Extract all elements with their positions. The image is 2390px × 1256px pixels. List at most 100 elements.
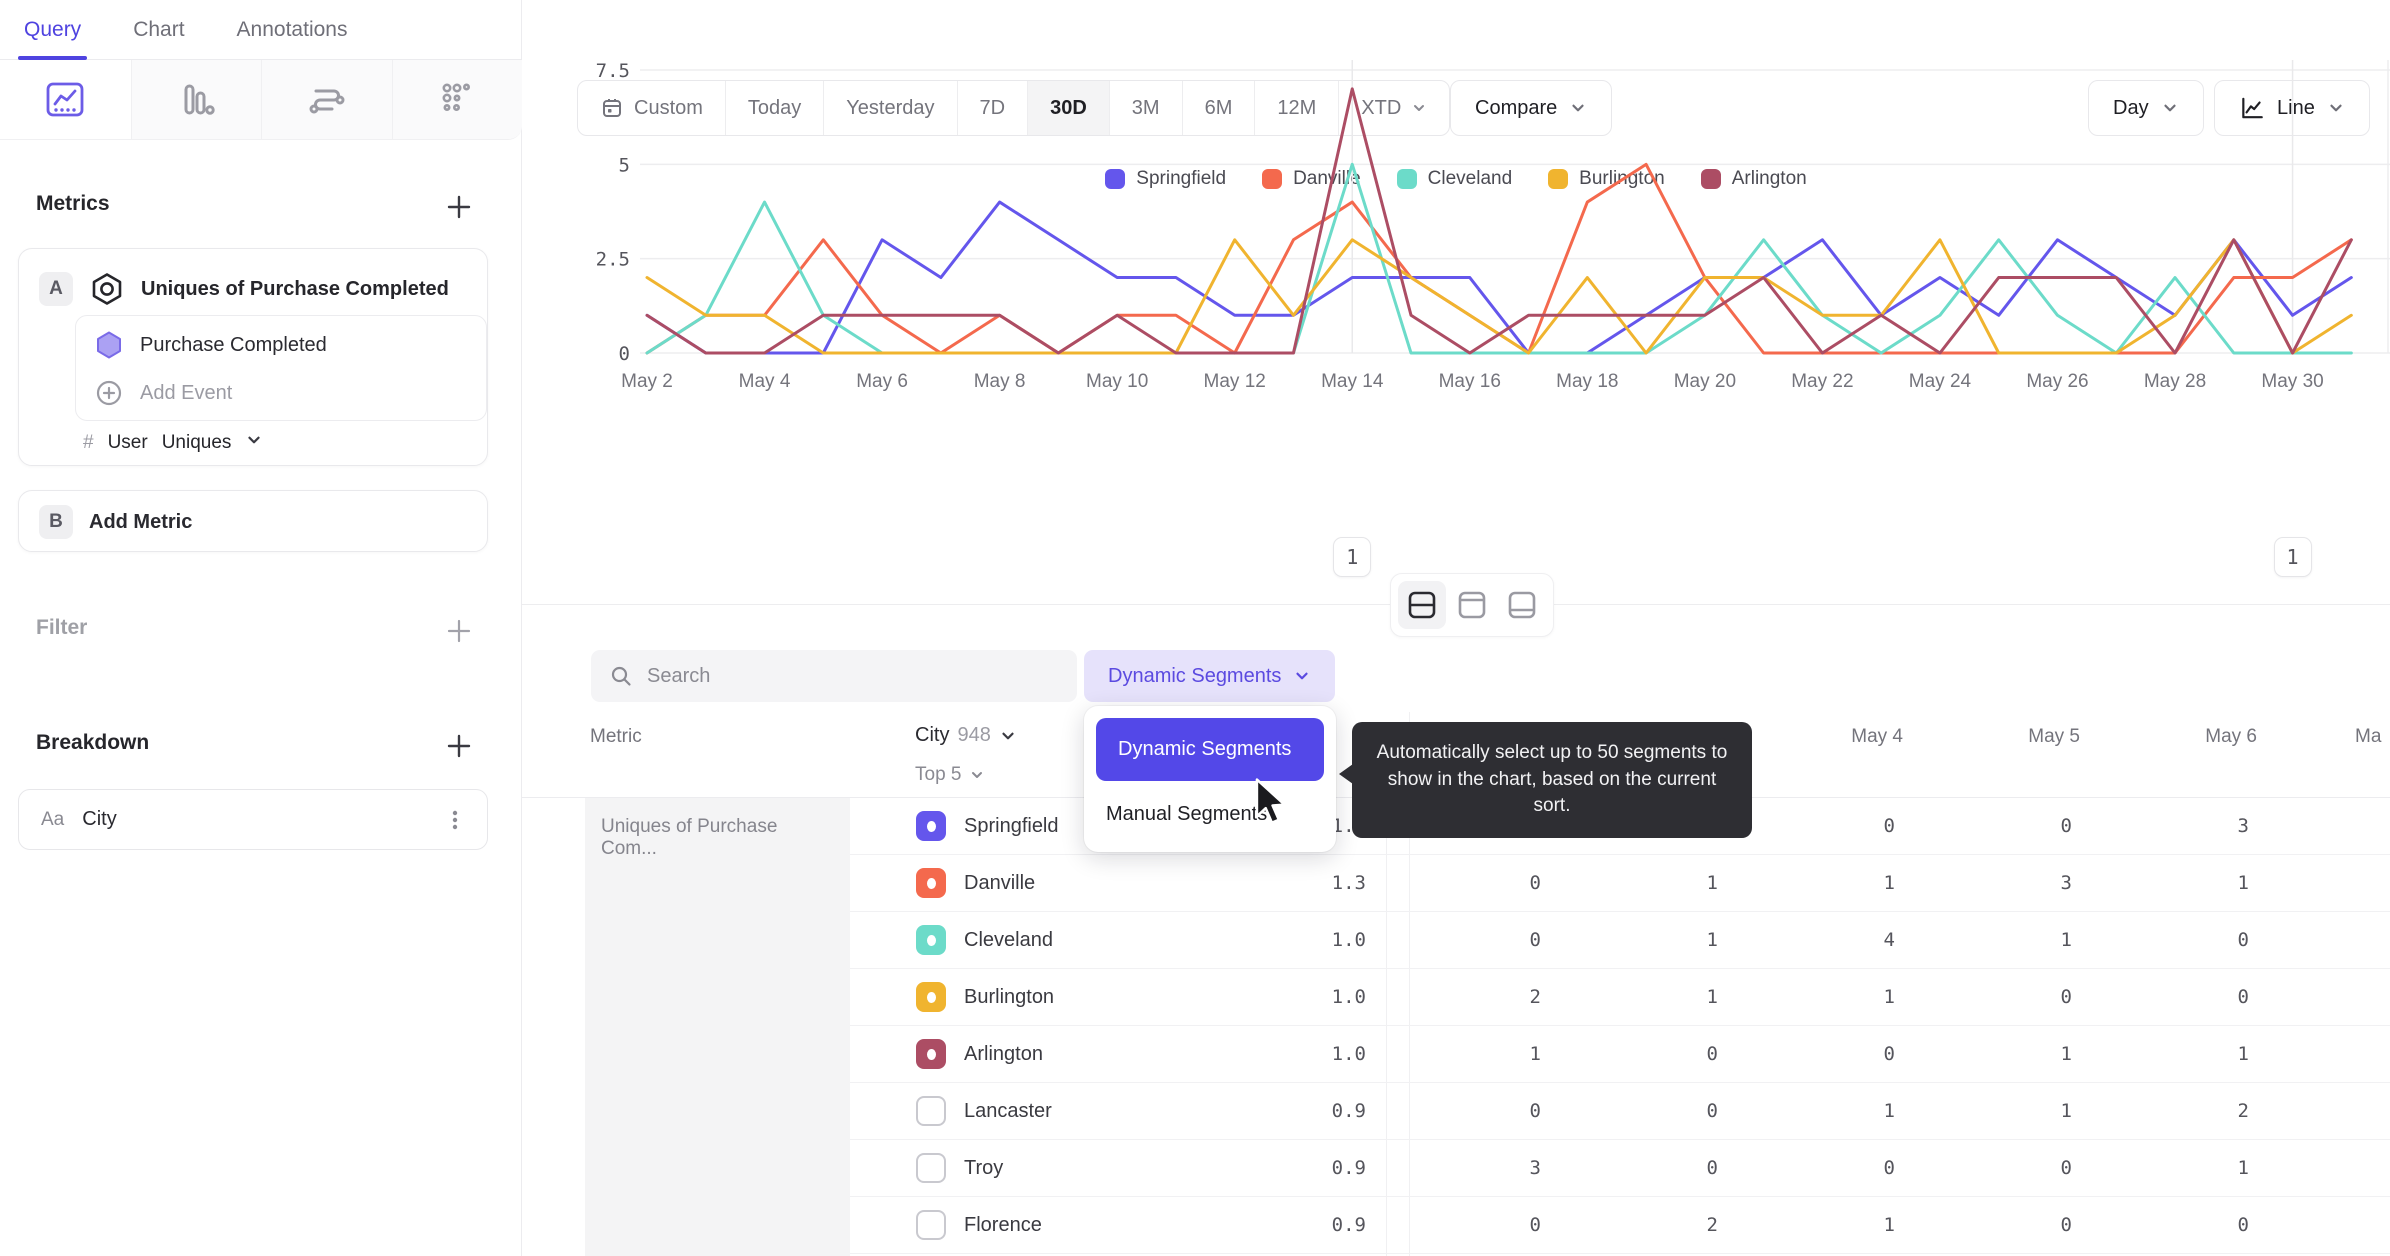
annotation-badge[interactable]: 1 [2273, 537, 2312, 577]
segment-value: 3 [2060, 872, 2072, 894]
chart-type-flow-icon[interactable] [261, 60, 392, 139]
segment-value: 1 [2060, 1043, 2072, 1065]
search-bar [591, 650, 1077, 702]
city-count: 948 [957, 724, 991, 746]
segment-name[interactable]: Burlington [964, 986, 1054, 1009]
event-row[interactable]: Purchase Completed [94, 330, 327, 360]
tab-query[interactable]: Query [17, 0, 88, 60]
tab-annotations[interactable]: Annotations [237, 0, 348, 60]
menu-item-dynamic-segments[interactable]: Dynamic Segments [1096, 718, 1324, 781]
svg-text:May 18: May 18 [1556, 371, 1618, 392]
segment-value: 0 [1529, 1214, 1541, 1236]
table-row: Arlington 1.0 1 0 0 1 1 [850, 1026, 2390, 1083]
chart-panel: Custom Today Yesterday 7D 30D 3M 6M 12M XTD Comp… [522, 0, 2390, 1256]
metric-b-badge: B [39, 505, 73, 539]
segment-name[interactable]: Danville [964, 872, 1035, 895]
top-panel-button[interactable] [1448, 581, 1496, 629]
segment-name[interactable]: Cleveland [964, 929, 1053, 952]
checkbox-dot [926, 991, 936, 1003]
metric-a-title[interactable]: Uniques of Purchase Completed [141, 278, 449, 301]
add-event-label: Add Event [140, 381, 233, 404]
segment-average: 1.0 [1331, 986, 1366, 1008]
add-breakdown-plus-icon[interactable] [442, 729, 476, 763]
breakdown-city-card[interactable]: Aa City [18, 789, 488, 850]
city-column-header[interactable]: City 948 [915, 724, 1017, 747]
metric-a-card: A Uniques of Purchase Completed Purchase… [18, 248, 488, 466]
segment-name[interactable]: Florence [964, 1214, 1042, 1237]
segment-value: 1 [1883, 1214, 1895, 1236]
svg-text:May 14: May 14 [1321, 371, 1384, 392]
segment-value: 1 [1706, 929, 1718, 951]
chart-type-line-chart-icon[interactable] [0, 60, 131, 139]
segment-value: 1 [2237, 1157, 2249, 1179]
hash-icon: # [83, 432, 94, 453]
segment-value: 3 [2237, 815, 2249, 837]
segment-value: 0 [1529, 872, 1541, 894]
segment-value: 1 [1883, 986, 1895, 1008]
segment-value: 0 [2060, 1214, 2072, 1236]
segment-checkbox-checked[interactable] [916, 868, 946, 898]
segment-name[interactable]: Springfield [964, 815, 1059, 838]
line-chart[interactable]: 0 2.5 5 7.5 May 2 May 4 May 6 May 8 May 10 May 12… [522, 0, 2390, 420]
svg-text:May 10: May 10 [1086, 371, 1148, 392]
svg-text:7.5: 7.5 [596, 60, 630, 82]
segments-tooltip: Automatically select up to 50 segments t… [1339, 722, 1752, 838]
breakdown-section-title: Breakdown [36, 731, 150, 754]
segment-value: 2 [1529, 986, 1541, 1008]
segment-checkbox-checked[interactable] [916, 811, 946, 841]
app-root: Query Chart Annotations Metrics A Uniques … [0, 0, 2390, 1256]
segment-checkbox-checked[interactable] [916, 925, 946, 955]
svg-text:May 24: May 24 [1909, 371, 1972, 392]
segment-value: 1 [2060, 1100, 2072, 1122]
segment-checkbox-checked[interactable] [916, 1039, 946, 1069]
plus-circle-icon [94, 378, 124, 408]
segment-average: 0.9 [1331, 1214, 1366, 1236]
checkbox-dot [926, 934, 936, 946]
svg-text:May 16: May 16 [1439, 371, 1501, 392]
tab-chart[interactable]: Chart [133, 0, 184, 60]
kebab-menu-icon[interactable] [445, 808, 465, 832]
search-input[interactable] [647, 664, 1027, 688]
add-filter-plus-icon[interactable] [442, 614, 476, 648]
segment-average: 0.9 [1331, 1157, 1366, 1179]
table-row: Troy 0.9 3 0 0 0 1 [850, 1140, 2390, 1197]
bottom-panel-button[interactable] [1498, 581, 1546, 629]
purchase-completed-hexagon-icon [94, 330, 124, 360]
segment-value: 2 [1706, 1214, 1718, 1236]
svg-text:0: 0 [619, 343, 630, 365]
svg-text:May 4: May 4 [739, 371, 791, 392]
segment-checkbox-checked[interactable] [916, 982, 946, 1012]
segment-value: 0 [1529, 1100, 1541, 1122]
add-event-row[interactable]: Add Event [94, 378, 232, 408]
segment-value: 0 [1883, 1157, 1895, 1179]
chart-type-scatter-icon[interactable] [391, 60, 522, 139]
svg-text:May 2: May 2 [621, 371, 673, 392]
top-filter-selector[interactable]: Top 5 [915, 764, 985, 786]
table-row: Burlington 1.0 2 1 1 0 0 [850, 969, 2390, 1026]
chart-type-bar-chart-icon[interactable] [130, 60, 261, 139]
segment-value: 1 [2060, 929, 2072, 951]
query-sidebar: Query Chart Annotations Metrics A Uniques … [0, 0, 522, 1256]
segment-checkbox-unchecked[interactable] [916, 1096, 946, 1126]
svg-text:May 28: May 28 [2144, 371, 2206, 392]
segment-value: 0 [1883, 1043, 1895, 1065]
segment-name[interactable]: Troy [964, 1157, 1003, 1180]
segment-value: 0 [2060, 986, 2072, 1008]
event-list-card: Purchase Completed Add Event [75, 315, 487, 421]
segment-average: 1.0 [1331, 1043, 1366, 1065]
segment-checkbox-unchecked[interactable] [916, 1153, 946, 1183]
segment-name[interactable]: Lancaster [964, 1100, 1052, 1123]
svg-text:May 12: May 12 [1204, 371, 1266, 392]
annotation-badge[interactable]: 1 [1333, 537, 1372, 577]
segments-mode-button[interactable]: Dynamic Segments [1084, 650, 1336, 702]
measure-selector[interactable]: # User Uniques [83, 431, 263, 455]
checkbox-dot [926, 1048, 936, 1060]
segment-checkbox-unchecked[interactable] [916, 1210, 946, 1240]
segment-value: 1 [1706, 986, 1718, 1008]
segment-value: 2 [2237, 1100, 2249, 1122]
metric-b-card[interactable]: B Add Metric [18, 490, 488, 552]
add-metric-plus-icon[interactable] [442, 190, 476, 224]
segment-name[interactable]: Arlington [964, 1043, 1043, 1066]
segment-values: 1 0 0 1 1 [1386, 1043, 2271, 1065]
split-view-button[interactable] [1398, 581, 1446, 629]
